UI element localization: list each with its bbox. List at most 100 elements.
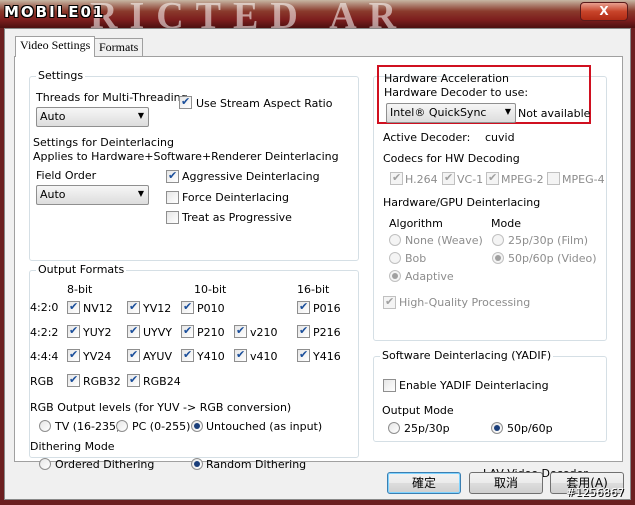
p216-label: P216: [313, 326, 341, 339]
hw-decoder-status: Not available: [518, 107, 591, 120]
deint-title: Settings for Deinterlacing: [33, 136, 174, 149]
untouched-levels-radio[interactable]: [191, 420, 203, 432]
watermark-id: #1256867: [566, 486, 625, 499]
site-logo: MOBILE01: [4, 3, 106, 21]
dither-mode-label: Dithering Mode: [30, 440, 115, 453]
output-formats-group: Output Formats 8-bit 10-bit 16-bit 4:2:0…: [29, 263, 359, 471]
bob-radio[interactable]: [389, 252, 401, 264]
stream-aspect-checkbox[interactable]: [179, 95, 192, 109]
nv12-label: NV12: [83, 302, 113, 315]
field-order-label: Field Order: [36, 169, 97, 182]
mpeg4-label: MPEG-4: [562, 173, 605, 186]
deint-applies-text: Applies to Hardware+Software+Renderer De…: [33, 150, 339, 163]
tv-levels-label: TV (16-235): [55, 420, 121, 433]
mpeg2-checkbox[interactable]: [486, 171, 499, 185]
hw-decoder-select[interactable]: Intel® QuickSync ▼: [386, 103, 516, 123]
rgb32-checkbox[interactable]: [67, 373, 80, 387]
untouched-levels-label: Untouched (as input): [206, 420, 323, 433]
cancel-button[interactable]: 取消: [469, 472, 543, 494]
row-420-label: 4:2:0: [30, 301, 59, 314]
col-10bit: 10-bit: [194, 283, 227, 296]
video-mode-radio[interactable]: [492, 252, 504, 264]
yv24-label: YV24: [83, 350, 112, 363]
col-8bit: 8-bit: [67, 283, 93, 296]
active-decoder-value: cuvid: [485, 131, 515, 144]
nv12-checkbox[interactable]: [67, 300, 80, 314]
yadif-50p-radio[interactable]: [491, 422, 503, 434]
film-mode-radio[interactable]: [492, 234, 504, 246]
y416-checkbox[interactable]: [297, 348, 310, 362]
chevron-down-icon: ▼: [137, 111, 144, 120]
rgb32-label: RGB32: [83, 375, 121, 388]
output-formats-title: Output Formats: [36, 263, 127, 276]
treat-progressive-label: Treat as Progressive: [182, 211, 292, 224]
yadif-enable-checkbox[interactable]: [383, 379, 396, 392]
bob-label: Bob: [405, 252, 427, 265]
yuy2-label: YUY2: [83, 326, 112, 339]
adaptive-radio[interactable]: [389, 270, 401, 282]
row-rgb-label: RGB: [30, 375, 54, 388]
chevron-down-icon: ▼: [137, 189, 144, 198]
threads-select[interactable]: Auto ▼: [36, 107, 149, 127]
hq-processing-checkbox[interactable]: [383, 295, 396, 309]
active-decoder-label: Active Decoder:: [383, 131, 471, 144]
random-dither-radio[interactable]: [191, 458, 203, 470]
yadif-group: Software Deinterlacing (YADIF) Enable YA…: [373, 349, 607, 442]
ok-button[interactable]: 確定: [387, 472, 461, 494]
weave-radio[interactable]: [389, 234, 401, 246]
h264-checkbox[interactable]: [390, 171, 403, 185]
p010-checkbox[interactable]: [181, 300, 194, 314]
threads-label: Threads for Multi-Threading: [36, 91, 188, 104]
row-444-label: 4:4:4: [30, 350, 59, 363]
p010-label: P010: [197, 302, 225, 315]
hw-accel-group: Hardware Acceleration Hardware Decoder t…: [373, 65, 607, 341]
uyvy-label: UYVY: [143, 326, 173, 339]
tv-levels-radio[interactable]: [39, 420, 51, 432]
mpeg4-checkbox[interactable]: [547, 172, 560, 185]
settings-group: Settings Threads for Multi-Threading Aut…: [29, 69, 359, 261]
video-mode-label: 50p/60p (Video): [508, 252, 597, 265]
threads-value: Auto: [40, 110, 66, 123]
y410-checkbox[interactable]: [181, 348, 194, 362]
yuy2-checkbox[interactable]: [67, 324, 80, 338]
ayuv-checkbox[interactable]: [127, 348, 140, 362]
yadif-25p-label: 25p/30p: [404, 422, 450, 435]
treat-progressive-checkbox[interactable]: [166, 211, 179, 224]
rgb24-checkbox[interactable]: [127, 373, 140, 387]
yadif-25p-radio[interactable]: [388, 422, 400, 434]
tab-video-settings[interactable]: Video Settings: [15, 36, 96, 57]
ordered-dither-label: Ordered Dithering: [55, 458, 155, 471]
title-bar: RICTED AR MOBILE01 X: [0, 0, 635, 37]
aggressive-deint-checkbox[interactable]: [166, 169, 179, 183]
v210-label: v210: [250, 326, 278, 339]
chevron-down-icon: ▼: [504, 107, 511, 116]
h264-label: H.264: [405, 173, 438, 186]
p210-checkbox[interactable]: [181, 324, 194, 338]
algorithm-label: Algorithm: [389, 217, 443, 230]
p216-checkbox[interactable]: [297, 324, 310, 338]
yv24-checkbox[interactable]: [67, 348, 80, 362]
hw-decoder-value: Intel® QuickSync: [390, 106, 487, 119]
weave-label: None (Weave): [405, 234, 483, 247]
stream-aspect-label: Use Stream Aspect Ratio: [196, 97, 333, 110]
v410-checkbox[interactable]: [234, 348, 247, 362]
vc1-checkbox[interactable]: [442, 171, 455, 185]
random-dither-label: Random Dithering: [206, 458, 307, 471]
yv12-checkbox[interactable]: [127, 300, 140, 314]
close-button[interactable]: X: [580, 2, 628, 21]
uyvy-checkbox[interactable]: [127, 324, 140, 338]
v210-checkbox[interactable]: [234, 324, 247, 338]
vc1-label: VC-1: [457, 173, 484, 186]
yadif-title: Software Deinterlacing (YADIF): [380, 349, 554, 362]
ordered-dither-radio[interactable]: [39, 458, 51, 470]
p016-checkbox[interactable]: [297, 300, 310, 314]
aggressive-deint-label: Aggressive Deinterlacing: [182, 170, 320, 183]
tab-formats[interactable]: Formats: [94, 38, 144, 56]
properties-dialog: Video Settings Formats Settings Threads …: [4, 28, 631, 500]
col-16bit: 16-bit: [297, 283, 330, 296]
pc-levels-radio[interactable]: [116, 420, 128, 432]
field-order-select[interactable]: Auto ▼: [36, 185, 149, 205]
mpeg2-label: MPEG-2: [501, 173, 544, 186]
hw-decoder-label: Hardware Decoder to use:: [384, 86, 529, 99]
force-deint-checkbox[interactable]: [166, 191, 179, 204]
